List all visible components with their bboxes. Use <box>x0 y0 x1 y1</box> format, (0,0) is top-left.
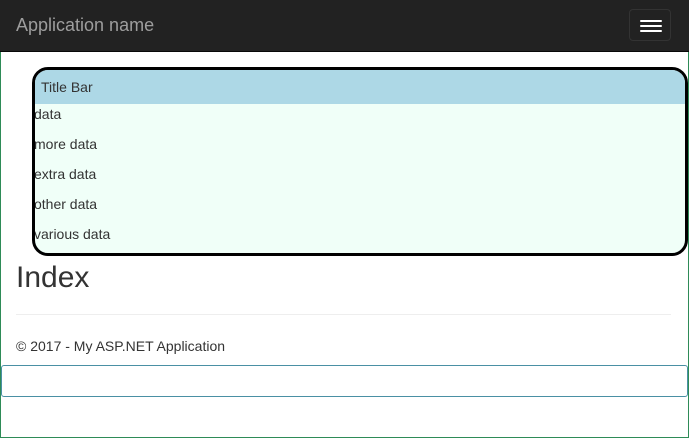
text-input[interactable] <box>1 365 688 397</box>
footer-copyright: © 2017 - My ASP.NET Application <box>16 338 226 354</box>
list-item: more data <box>34 136 98 152</box>
hamburger-menu-icon-bar <box>640 30 662 32</box>
brand-link[interactable]: Application name <box>16 15 154 35</box>
list-item: various data <box>34 226 111 242</box>
list-item: data <box>34 106 62 122</box>
panel-title-bar[interactable]: Title Bar <box>35 70 685 104</box>
data-panel: Title Bar data more data extra data othe… <box>32 67 688 256</box>
navbar-toggle-button[interactable] <box>629 9 671 41</box>
hamburger-menu-icon <box>640 20 662 22</box>
navbar: Application name <box>0 0 689 52</box>
divider <box>16 314 671 315</box>
hamburger-menu-icon-bar <box>640 25 662 27</box>
list-item: other data <box>34 196 98 212</box>
page-title: Index <box>16 261 90 294</box>
list-item: extra data <box>34 166 97 182</box>
